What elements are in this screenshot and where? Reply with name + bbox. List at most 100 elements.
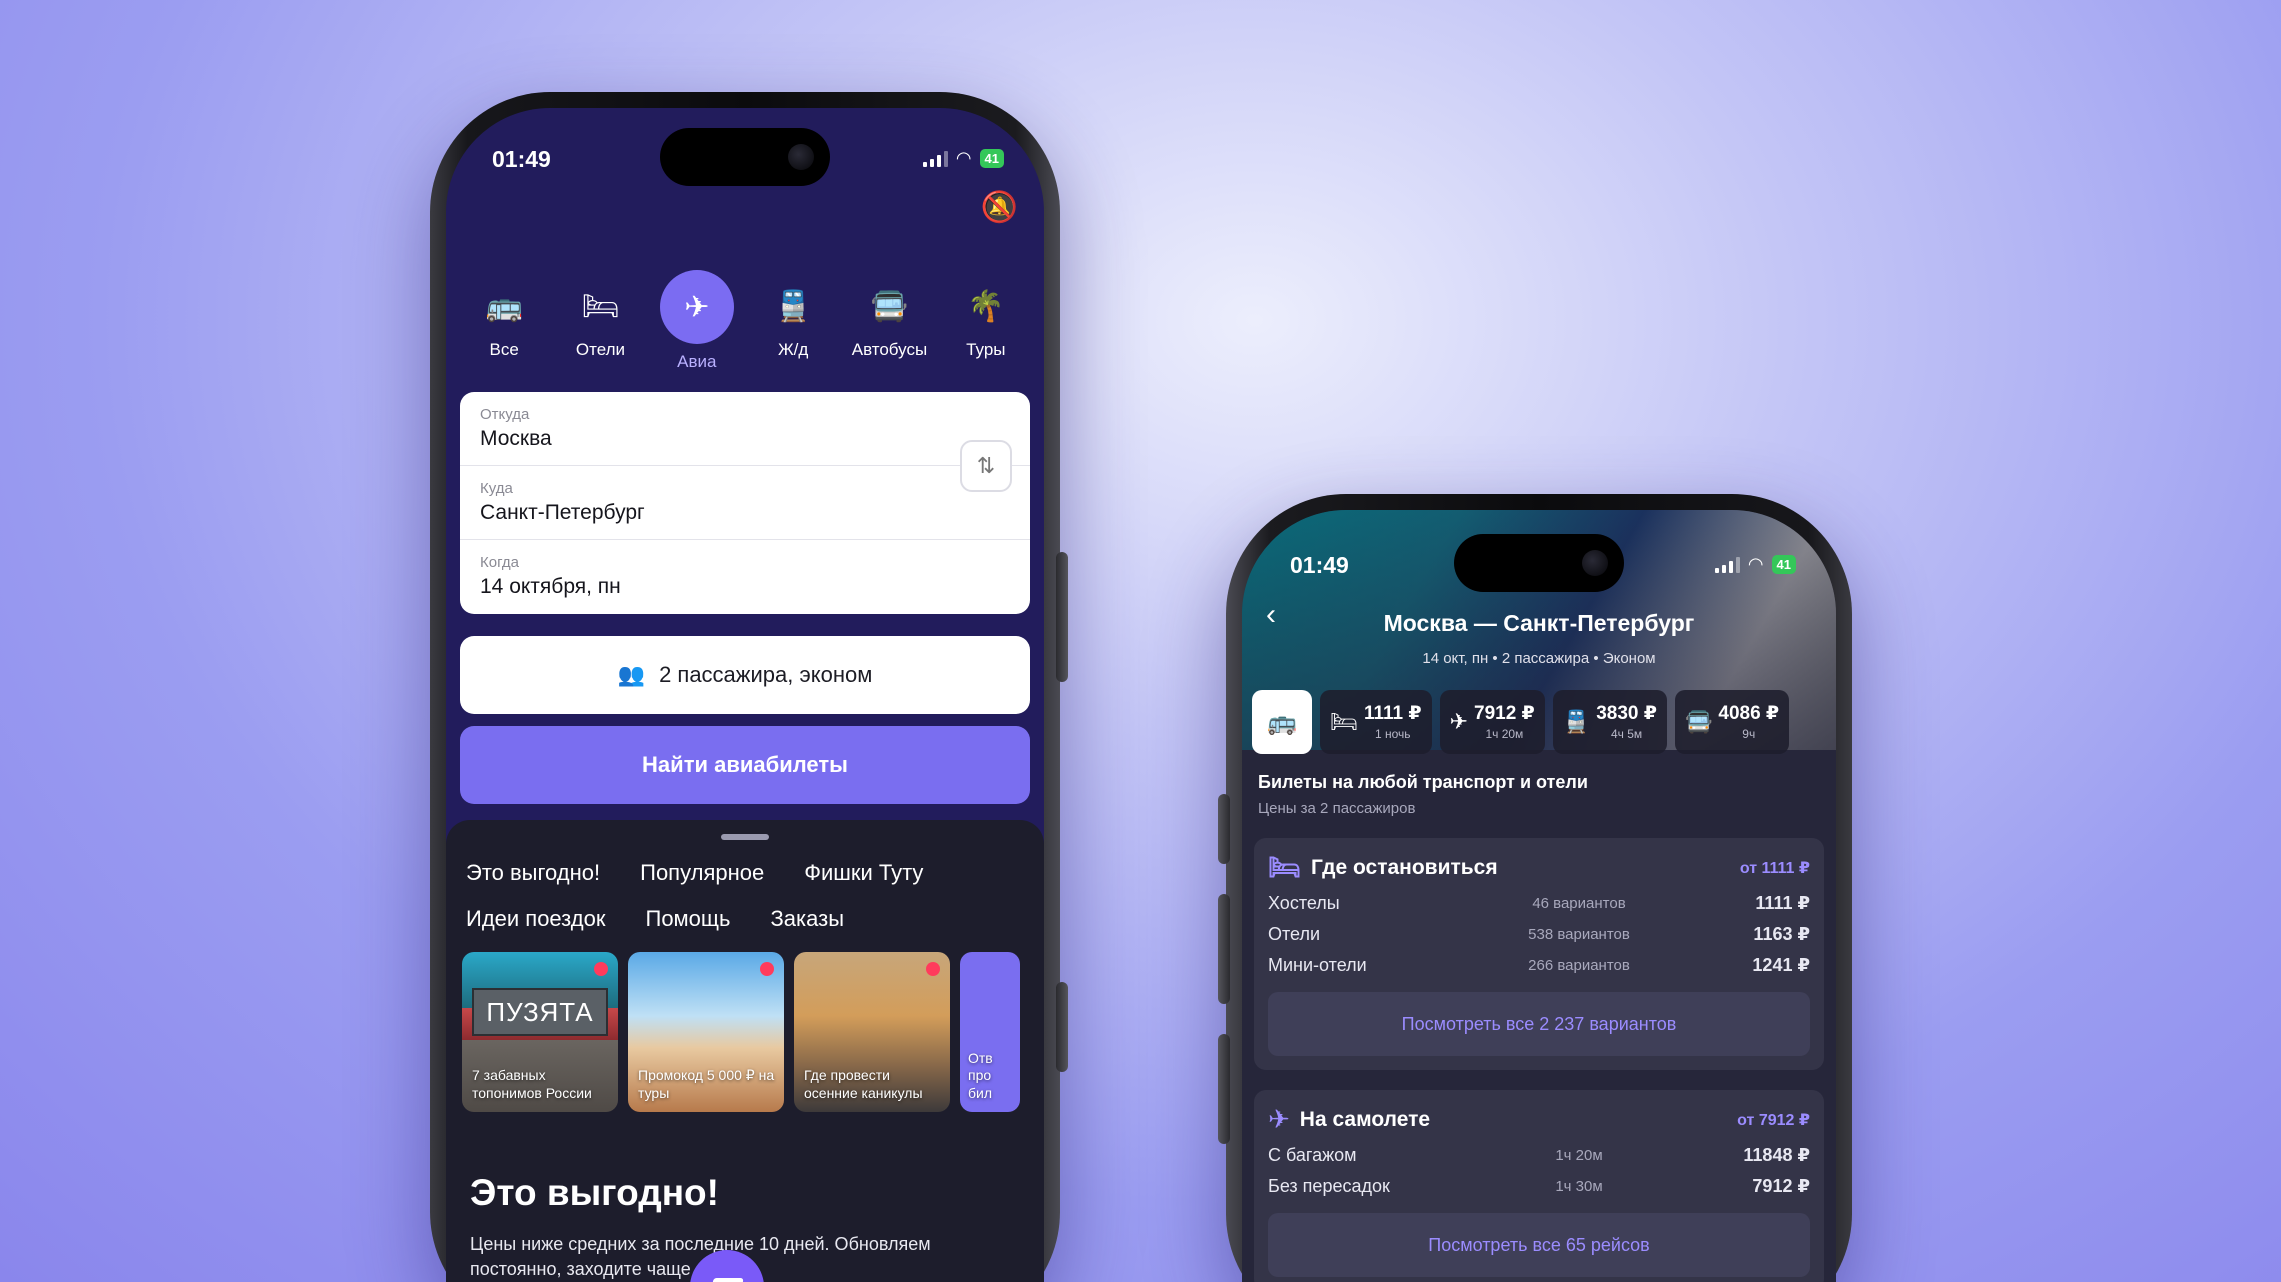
show-all-flights-button[interactable]: Посмотреть все 65 рейсов <box>1268 1213 1810 1277</box>
story-card[interactable]: Где провести осенние каникулы <box>794 952 950 1112</box>
signal-icon <box>922 150 948 167</box>
tab-trains[interactable]: 🚆 Ж/д <box>753 280 833 372</box>
status-time: 01:49 <box>492 146 551 172</box>
wifi-icon: ◠ <box>955 148 972 168</box>
chip-link[interactable]: Идеи поездок <box>466 906 606 932</box>
section-subtitle: Цены за 2 пассажиров <box>1258 800 1416 817</box>
mode-bus[interactable]: 🚍 4086 ₽ 9ч <box>1674 690 1790 754</box>
row-duration: 1ч 20м <box>1555 1147 1603 1164</box>
row-name: Мини-отели <box>1268 955 1367 975</box>
story-caption: Отв про бил <box>968 1049 993 1101</box>
story-caption: Где провести осенние каникулы <box>804 1067 923 1101</box>
tab-label: Все <box>489 340 519 359</box>
story-card[interactable]: Промокод 5 000 ₽ на туры <box>628 952 784 1112</box>
status-icons: ◠ 41 <box>922 148 1004 169</box>
chip-link[interactable]: Помощь <box>646 906 731 932</box>
palm-icon: 🌴 <box>967 289 1005 323</box>
chip-link[interactable]: Фишки Туту <box>804 860 923 886</box>
plane-icon: ✈ <box>1268 1104 1290 1134</box>
notifications-off-icon[interactable]: 🔕 <box>981 190 1018 225</box>
list-item[interactable]: Без пересадок 1ч 30м 7912 ₽ <box>1268 1176 1810 1197</box>
date-field[interactable]: Когда 14 октября, пн <box>460 540 1030 614</box>
to-value: Санкт-Петербург <box>480 501 645 524</box>
story-sign: ПУЗЯТА <box>472 988 608 1036</box>
mode-price: 1111 ₽ <box>1363 702 1422 724</box>
row-price: 1241 ₽ <box>1752 955 1810 975</box>
all-modes-button[interactable]: 🚌 <box>1252 690 1312 754</box>
tab-label: Автобусы <box>851 340 928 359</box>
chip-link[interactable]: Это выгодно! <box>466 860 600 886</box>
route-subtitle: 14 окт, пн • 2 пассажира • Эконом <box>1422 650 1656 667</box>
dynamic-island <box>660 128 830 186</box>
promo-background: 01:49 ◠ 41 🔕 🚌 Все 🛏 Отели ✈ Авиа 🚆 Ж/д … <box>0 0 2281 1282</box>
section-links: Это выгодно! Популярное Фишки Туту Идеи … <box>466 860 1034 932</box>
passengers-label: 2 пассажира, эконом <box>659 662 873 687</box>
plane-card: ✈ На самолете от 7912 ₽ С багажом 1ч 20м … <box>1254 1090 1824 1282</box>
tab-all[interactable]: 🚌 Все <box>464 280 544 372</box>
phone-side-button <box>1218 794 1230 864</box>
swap-arrows-icon: ⇅ <box>976 453 996 478</box>
tab-buses[interactable]: 🚍 Автобусы <box>849 280 929 372</box>
mode-detail: 9ч <box>1742 726 1756 741</box>
list-item[interactable]: Мини-отели 266 вариантов 1241 ₽ <box>1268 955 1810 976</box>
date-value: 14 октября, пн <box>480 575 621 598</box>
tab-label: Ж/д <box>777 340 809 359</box>
list-item[interactable]: Отели 538 вариантов 1163 ₽ <box>1268 924 1810 945</box>
tab-label: Отели <box>575 340 626 359</box>
story-caption: 7 забавных топонимов России <box>472 1067 592 1101</box>
stay-card: 🛏 Где остановиться от 1111 ₽ Хостелы 46 в… <box>1254 838 1824 1070</box>
bottom-sheet: Это выгодно! Популярное Фишки Туту Идеи … <box>446 820 1044 1282</box>
chip-link[interactable]: Популярное <box>640 860 764 886</box>
all-transport-icon: 🚌 <box>485 289 523 323</box>
unread-dot <box>760 962 774 976</box>
battery-icon: 41 <box>1771 555 1796 574</box>
row-name: Без пересадок <box>1268 1176 1390 1196</box>
find-tickets-button[interactable]: Найти авиабилеты <box>460 726 1030 804</box>
tab-hotels[interactable]: 🛏 Отели <box>560 280 640 372</box>
show-all-stays-button[interactable]: Посмотреть все 2 237 вариантов <box>1268 992 1810 1056</box>
story-caption: Промокод 5 000 ₽ на туры <box>638 1067 775 1101</box>
from-field[interactable]: Откуда Москва ⇅ <box>460 392 1030 492</box>
row-price: 1163 ₽ <box>1753 924 1810 944</box>
mode-detail: 4ч 5м <box>1610 726 1643 741</box>
chip-link[interactable]: Заказы <box>770 906 844 932</box>
brand-logo-icon <box>710 1278 744 1282</box>
list-item[interactable]: С багажом 1ч 20м 11848 ₽ <box>1268 1145 1810 1166</box>
from-value: Москва <box>480 427 552 450</box>
status-time: 01:49 <box>1290 552 1349 578</box>
bus-icon: 🚍 <box>870 289 909 323</box>
screen: 01:49 ◠ 41 🔕 🚌 Все 🛏 Отели ✈ Авиа 🚆 Ж/д … <box>446 108 1044 1282</box>
to-field[interactable]: Куда Санкт-Петербург <box>460 466 1030 540</box>
mode-price: 4086 ₽ <box>1718 702 1780 724</box>
story-card[interactable]: ПУЗЯТА 7 забавных топонимов России <box>462 952 618 1112</box>
phone-results-screen: 01:49 ◠ 41 ‹ Москва — Санкт-Петербург 14… <box>1218 494 1852 1282</box>
list-item[interactable]: Хостелы 46 вариантов 1111 ₽ <box>1268 893 1810 914</box>
to-label: Куда <box>480 480 513 497</box>
people-icon: 👥 <box>617 662 646 687</box>
dynamic-island <box>1454 534 1624 592</box>
card-title: Где остановиться <box>1311 855 1498 879</box>
mode-plane[interactable]: ✈ 7912 ₽ 1ч 20м <box>1439 690 1545 754</box>
mode-train[interactable]: 🚆 3830 ₽ 4ч 5м <box>1552 690 1667 754</box>
mode-detail: 1ч 20м <box>1485 726 1524 741</box>
mode-price: 3830 ₽ <box>1596 702 1657 724</box>
mode-hotel[interactable]: 🛏 1111 ₽ 1 ночь <box>1320 690 1432 754</box>
phone-side-button <box>1056 982 1068 1072</box>
sheet-handle[interactable] <box>721 834 769 840</box>
route-title: Москва — Санкт-Петербург <box>1383 610 1695 636</box>
swap-direction-button[interactable]: ⇅ <box>960 440 1012 492</box>
story-card[interactable]: Отв про бил <box>960 952 1020 1112</box>
row-variants: 538 вариантов <box>1528 926 1630 943</box>
phone-side-button <box>1056 552 1068 682</box>
unread-dot <box>594 962 608 976</box>
phone-search-screen: 01:49 ◠ 41 🔕 🚌 Все 🛏 Отели ✈ Авиа 🚆 Ж/д … <box>430 92 1068 1282</box>
hotel-icon: 🛏 <box>1330 709 1358 734</box>
passengers-button[interactable]: 👥 2 пассажира, эконом <box>460 636 1030 714</box>
row-duration: 1ч 30м <box>1555 1178 1603 1195</box>
battery-icon: 41 <box>979 149 1004 168</box>
tab-tours[interactable]: 🌴 Туры <box>946 280 1026 372</box>
tab-avia[interactable]: ✈ Авиа <box>657 270 737 372</box>
phone-side-button <box>1218 894 1230 1004</box>
bus-icon: 🚍 <box>1684 709 1713 734</box>
row-price: 1111 ₽ <box>1755 893 1810 913</box>
